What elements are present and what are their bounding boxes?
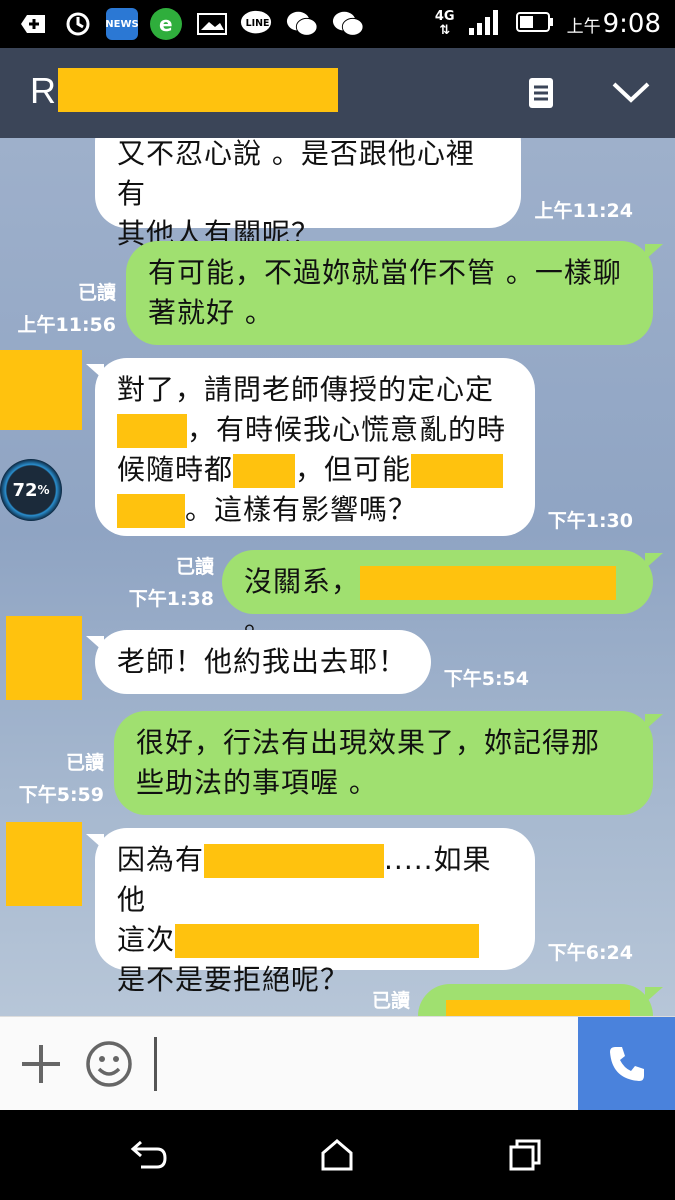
- svg-text:e: e: [159, 12, 173, 36]
- read-receipt: 已讀: [371, 990, 410, 1012]
- plus-icon[interactable]: [18, 1041, 64, 1087]
- phone-icon: [609, 1047, 644, 1081]
- redacted-text: [233, 454, 296, 488]
- message-text: 這次: [117, 923, 176, 956]
- wechat-icon: [286, 8, 318, 40]
- message-text: 又不忍心說 。是否跟他心裡有: [117, 138, 475, 210]
- redacted-text: [117, 414, 187, 448]
- bubble-tail: [86, 834, 104, 850]
- message-bubble-outgoing[interactable]: [418, 984, 653, 1016]
- message-time: 下午6:24: [547, 942, 633, 964]
- message-input[interactable]: [154, 1037, 157, 1091]
- chat-area[interactable]: 又不忍心說 。是否跟他心裡有 其他人有關呢？ 上午11:24 已讀 上午11:5…: [0, 138, 675, 1016]
- message-time: 上午11:24: [534, 200, 633, 222]
- message-bubble-incoming[interactable]: 對了，請問老師傳授的定心定 ，有時候我心慌意亂的時 候隨時都 ，但可能 。這樣有影…: [95, 358, 535, 536]
- message-time: 下午1:38: [128, 588, 214, 610]
- line-icon: LINE: [240, 8, 272, 40]
- redacted-text: [117, 494, 185, 528]
- message-text: 因為有: [117, 843, 205, 876]
- bubble-tail: [86, 636, 104, 652]
- bubble-tail: [645, 987, 663, 1003]
- message-bubble-incoming[interactable]: 因為有 .....如果他 這次 是不是要拒絕呢？: [95, 828, 535, 996]
- battery-icon: [515, 10, 555, 38]
- bubble-tail: [645, 714, 663, 730]
- message-text: 有可能，不過妳就當作不管 。一樣聊: [148, 256, 622, 289]
- redacted-text: [204, 844, 385, 878]
- network-label: 4G: [434, 9, 455, 24]
- navigation-bar: [0, 1110, 675, 1200]
- message-bubble-incoming[interactable]: 又不忍心說 。是否跟他心裡有 其他人有關呢？: [95, 138, 521, 250]
- clock: 上午9:08: [566, 9, 661, 39]
- battery-widget[interactable]: 72%: [0, 459, 62, 521]
- recents-icon[interactable]: [500, 1132, 550, 1178]
- message-text: 很好，行法有出現效果了，妳記得那: [136, 726, 601, 759]
- input-bar: [0, 1016, 675, 1111]
- message-text: 沒關系，: [244, 565, 361, 598]
- home-icon[interactable]: [312, 1132, 362, 1178]
- sync-icon: [62, 8, 94, 40]
- image-icon: [196, 8, 228, 40]
- message-time: 下午5:59: [18, 784, 104, 806]
- signal-icon: [467, 8, 503, 40]
- browser-icon: e: [150, 8, 182, 40]
- message-text: 候隨時都: [117, 453, 234, 486]
- avatar[interactable]: [0, 350, 82, 430]
- redacted-text: [360, 566, 617, 600]
- redacted-text: [411, 454, 504, 488]
- message-bubble-incoming[interactable]: 老師！他約我出去耶！: [95, 630, 431, 694]
- message-text: 老師！他約我出去耶！: [117, 645, 408, 678]
- read-receipt: 已讀: [175, 556, 214, 578]
- redacted-text: [175, 924, 480, 958]
- message-text: ，但可能: [295, 453, 412, 486]
- bubble-tail: [645, 244, 663, 260]
- news-icon: NEWS: [105, 8, 139, 40]
- message-time: 下午1:30: [547, 510, 633, 532]
- read-receipt: 已讀: [65, 752, 104, 774]
- avatar[interactable]: [6, 616, 82, 700]
- redacted-text: [446, 1000, 630, 1016]
- plus-icon: [16, 8, 48, 40]
- read-receipt: 已讀: [77, 282, 116, 304]
- message-time: 下午5:54: [443, 668, 529, 690]
- back-icon[interactable]: [124, 1132, 174, 1178]
- svg-text:LINE: LINE: [246, 18, 270, 29]
- chevron-down-icon[interactable]: [606, 70, 656, 116]
- message-bubble-outgoing[interactable]: 有可能，不過妳就當作不管 。一樣聊 著就好 。: [126, 241, 653, 345]
- message-bubble-outgoing[interactable]: 很好，行法有出現效果了，妳記得那 些助法的事項喔 。: [114, 711, 653, 815]
- message-text: 著就好 。: [148, 296, 274, 329]
- message-text: 對了，請問老師傳授的定心定: [117, 373, 495, 406]
- message-bubble-outgoing[interactable]: 沒關系，。: [222, 550, 653, 638]
- status-bar: NEWS e LINE 4G ⇅ 上午9:08: [0, 0, 675, 48]
- message-text: 。這樣有影響嗎？: [185, 493, 418, 526]
- message-time: 上午11:56: [17, 314, 116, 336]
- message-text: 些助法的事項喔 。: [136, 766, 378, 799]
- bubble-tail: [645, 553, 663, 569]
- chat-header: R: [0, 48, 675, 138]
- network-indicator: 4G ⇅: [434, 9, 455, 38]
- message-text: ，有時候我心慌意亂的時: [187, 413, 507, 446]
- bubble-tail: [86, 364, 104, 380]
- call-button[interactable]: [578, 1017, 675, 1111]
- smiley-icon[interactable]: [84, 1039, 134, 1089]
- chat-title[interactable]: R: [30, 70, 56, 112]
- note-icon[interactable]: [516, 70, 566, 116]
- avatar[interactable]: [6, 822, 82, 906]
- wechat-icon-2: [332, 8, 364, 40]
- redacted-name: [58, 68, 338, 112]
